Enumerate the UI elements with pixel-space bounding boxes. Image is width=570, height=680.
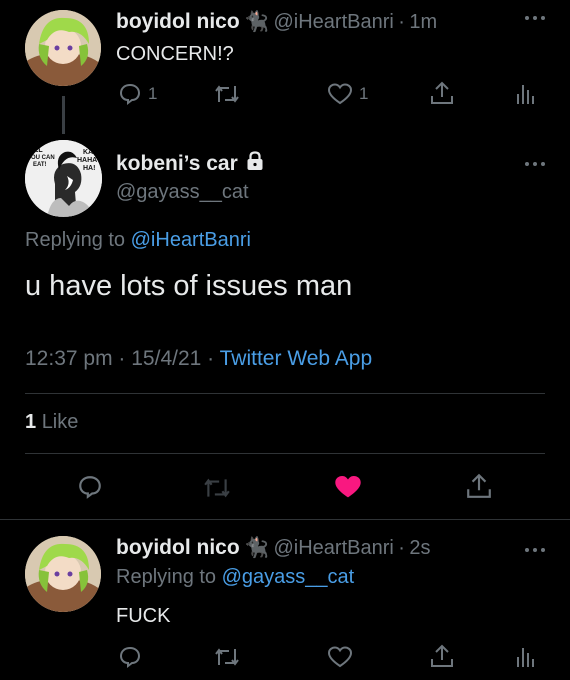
share-icon xyxy=(431,644,453,667)
separator: · xyxy=(398,11,405,33)
analytics-icon xyxy=(517,648,534,667)
avatar[interactable] xyxy=(25,536,101,612)
avatar-caption-6: HA! xyxy=(83,165,95,172)
avatar[interactable] xyxy=(25,10,101,86)
replying-to: Replying to @iHeartBanri xyxy=(25,229,251,252)
reply-button[interactable] xyxy=(118,645,142,669)
tweet-source[interactable]: Twitter Web App xyxy=(220,347,373,370)
display-name[interactable]: kobeni’s car xyxy=(116,152,238,176)
reply-count: 1 xyxy=(148,84,158,103)
tweet-header: boyidol nico 🐈‍⬛ @iHeartBanri · 1m xyxy=(116,9,437,34)
like-button[interactable] xyxy=(327,645,353,669)
retweet-button[interactable] xyxy=(203,475,231,501)
share-button[interactable] xyxy=(429,643,455,669)
share-button[interactable] xyxy=(429,80,455,106)
reply-button[interactable]: 1 xyxy=(118,82,157,106)
display-name[interactable]: boyidol nico xyxy=(116,10,240,33)
avatar-caption-4: KA xyxy=(83,149,93,156)
avatar-caption-2: YOU CAN xyxy=(27,155,55,161)
tweet-text: u have lots of issues man xyxy=(25,270,353,302)
retweet-icon xyxy=(215,648,239,666)
avatar-caption-5: HAHA xyxy=(77,157,97,164)
avatar-caption-1: ALL xyxy=(29,147,43,154)
retweet-icon xyxy=(215,85,239,103)
black-cat-icon: 🐈‍⬛ xyxy=(244,11,270,33)
tweet-meta: 12:37 pm · 15/4/21 · Twitter Web App xyxy=(25,347,372,371)
share-icon xyxy=(431,81,453,104)
analytics-icon xyxy=(517,85,534,104)
reply-icon xyxy=(79,476,101,499)
replying-to-label: Replying to xyxy=(116,566,217,588)
more-options-icon[interactable] xyxy=(523,10,547,28)
separator: · xyxy=(207,347,215,370)
black-cat-icon: 🐈‍⬛ xyxy=(244,537,270,559)
analytics-button[interactable] xyxy=(515,645,535,669)
retweet-button[interactable] xyxy=(214,645,240,669)
replying-to-label: Replying to xyxy=(25,229,126,251)
avatar[interactable]: ALL YOU CAN EAT! KA HAHA HA! xyxy=(25,140,102,217)
analytics-button[interactable] xyxy=(515,82,535,106)
divider xyxy=(25,453,545,454)
timestamp[interactable]: 1m xyxy=(409,11,437,33)
divider xyxy=(25,393,545,394)
author-name-row: kobeni’s car xyxy=(116,151,264,176)
likes-summary[interactable]: 1 Like xyxy=(25,411,78,434)
avatar-caption-3: EAT! xyxy=(33,162,47,168)
likes-number: 1 xyxy=(25,411,37,433)
like-button[interactable]: 1 xyxy=(327,82,368,106)
like-count: 1 xyxy=(359,84,369,103)
retweet-icon xyxy=(204,478,230,498)
tweet-header: boyidol nico 🐈‍⬛ @iHeartBanri · 2s xyxy=(116,535,431,560)
separator: · xyxy=(398,537,405,559)
separator: · xyxy=(118,347,126,370)
timestamp[interactable]: 2s xyxy=(409,537,430,559)
tweet-text: CONCERN!? xyxy=(116,43,234,65)
likes-label: Like xyxy=(41,411,79,433)
heart-icon xyxy=(327,83,353,105)
more-options-icon[interactable] xyxy=(523,156,547,174)
handle[interactable]: @iHeartBanri xyxy=(273,11,393,33)
display-name[interactable]: boyidol nico xyxy=(116,536,240,559)
share-icon xyxy=(467,473,491,498)
reply-icon xyxy=(119,646,141,668)
handle[interactable]: @gayass__cat xyxy=(116,181,249,204)
tweet-text: FUCK xyxy=(116,605,171,627)
replying-to-handle[interactable]: @iHeartBanri xyxy=(131,229,251,251)
tweet-time[interactable]: 12:37 pm xyxy=(25,347,113,370)
divider xyxy=(0,519,570,520)
reply-button[interactable] xyxy=(77,474,103,500)
thread-line xyxy=(62,96,65,134)
heart-icon xyxy=(327,646,353,668)
heart-filled-icon xyxy=(335,476,361,498)
more-options-icon[interactable] xyxy=(523,542,547,560)
tweet-date[interactable]: 15/4/21 xyxy=(131,347,201,370)
handle[interactable]: @iHeartBanri xyxy=(273,537,393,559)
replying-to: Replying to @gayass__cat xyxy=(116,566,354,589)
share-button[interactable] xyxy=(465,472,493,500)
reply-icon xyxy=(119,83,141,105)
retweet-button[interactable] xyxy=(214,82,240,106)
like-button[interactable] xyxy=(333,473,363,501)
lock-icon xyxy=(246,151,264,176)
replying-to-handle[interactable]: @gayass__cat xyxy=(222,566,355,588)
